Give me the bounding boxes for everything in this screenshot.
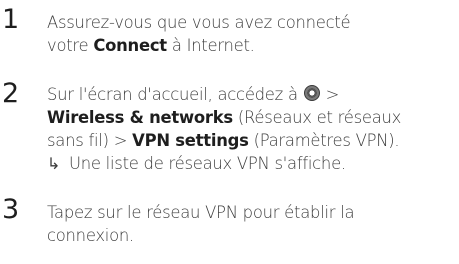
menu-path: VPN settings (132, 131, 249, 150)
step-text: Sur l'écran d'accueil, accédez à > Wirel… (47, 83, 457, 175)
device-name: Connect (93, 36, 167, 55)
step-line: Wireless & networks (Réseaux et réseaux (47, 106, 457, 129)
result-arrow-icon: ↳ (47, 154, 61, 173)
text-fragment: sans fil) > (47, 131, 133, 150)
settings-icon (303, 85, 320, 101)
text-fragment: > (320, 85, 340, 104)
menu-path: Wireless & networks (47, 108, 233, 127)
step-line: connexion. (47, 226, 134, 245)
step-line: votre Connect à Internet. (47, 34, 457, 57)
step-number: 1 (2, 4, 20, 35)
step-text: Assurez-vous que vous avez connecté votr… (47, 11, 457, 57)
step-text: Tapez sur le réseau VPN pour établir la … (47, 201, 457, 247)
text-fragment: votre (47, 36, 94, 55)
text-fragment: Sur l'écran d'accueil, accédez à (47, 85, 303, 104)
step-line: Sur l'écran d'accueil, accédez à > (47, 83, 457, 106)
step-line: Tapez sur le réseau VPN pour établir la (47, 203, 355, 222)
text-fragment: (Paramètres VPN). (248, 131, 400, 150)
step-result: ↳ Une liste de réseaux VPN s'affiche. (47, 152, 457, 175)
step-line: Assurez-vous que vous avez connecté (47, 13, 351, 32)
text-fragment: (Réseaux et réseaux (232, 108, 402, 127)
result-text: Une liste de réseaux VPN s'affiche. (69, 154, 346, 173)
step-number: 2 (2, 78, 20, 109)
step-number: 3 (2, 194, 20, 225)
step-line: sans fil) > VPN settings (Paramètres VPN… (47, 129, 457, 152)
text-fragment: à Internet. (166, 36, 255, 55)
